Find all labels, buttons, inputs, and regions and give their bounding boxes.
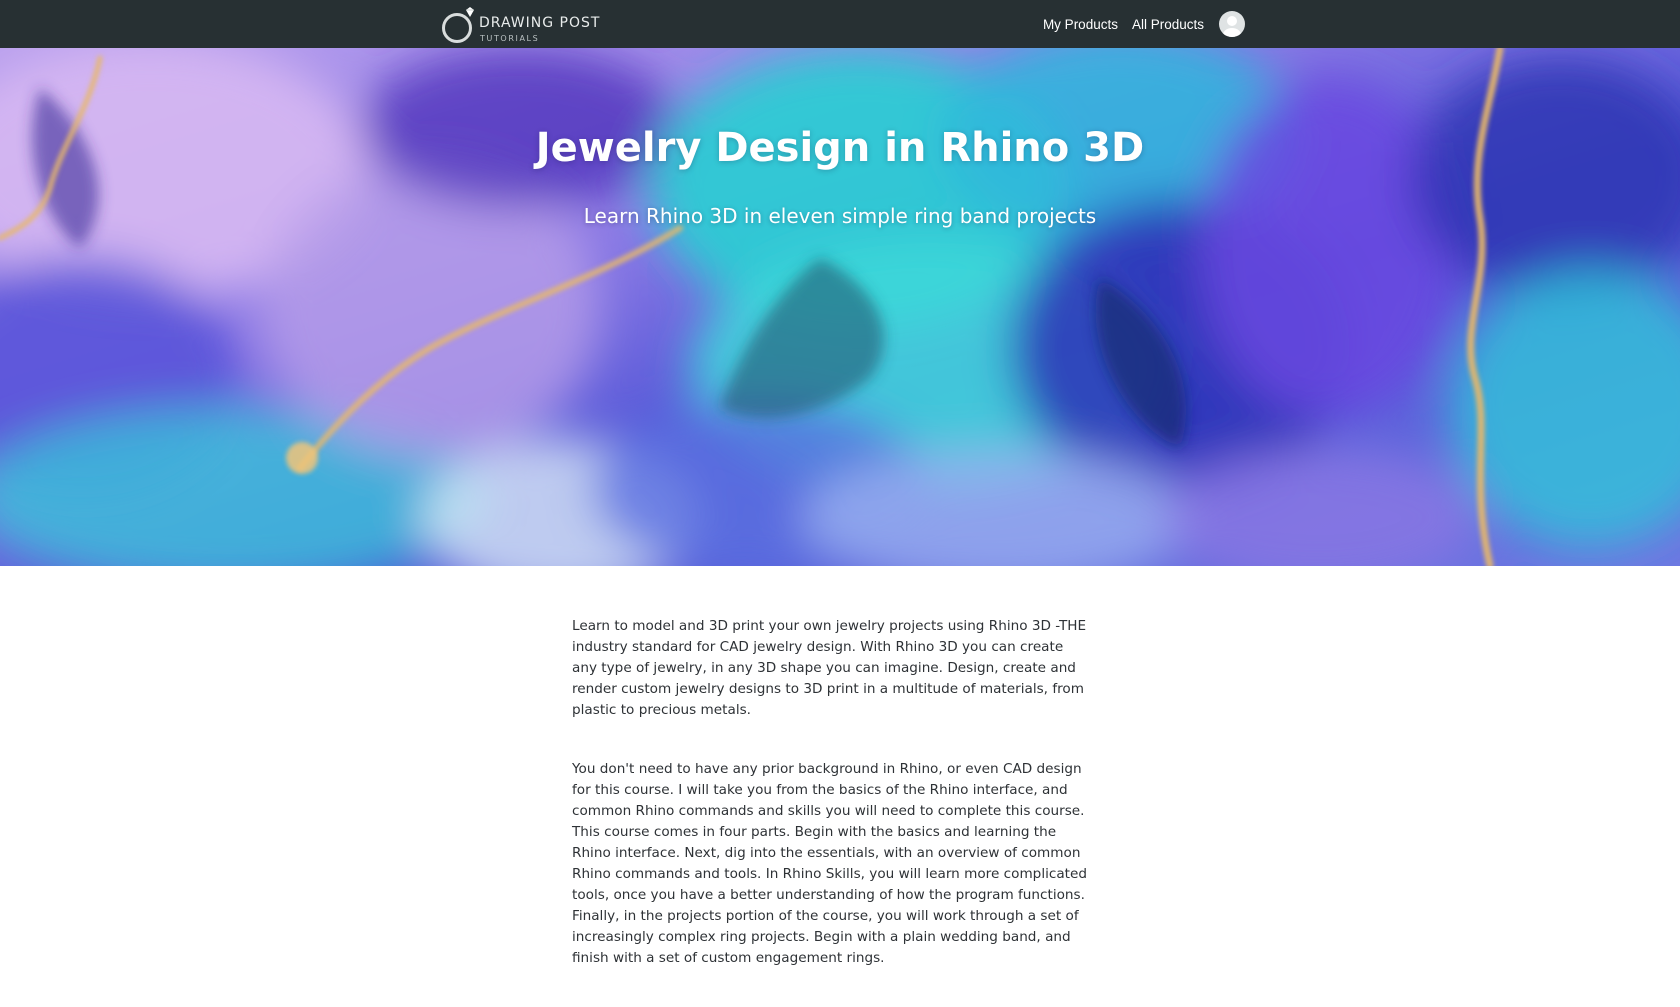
description-paragraph: Learn to model and 3D print your own jew… <box>572 618 1087 718</box>
hero-subtitle: Learn Rhino 3D in eleven simple ring ban… <box>583 204 1097 228</box>
nav-my-products-link[interactable]: My Products <box>1043 17 1118 32</box>
main-nav: My Products All Products <box>1043 0 1245 48</box>
description-paragraph: You don't need to have any prior backgro… <box>572 761 1087 966</box>
top-navigation-bar: DRAWING POST TUTORIALS My Products All P… <box>0 0 1680 48</box>
hero-banner: Jewelry Design in Rhino 3D Learn Rhino 3… <box>0 48 1680 566</box>
logo-name: DRAWING POST <box>479 15 601 31</box>
nav-all-products-link[interactable]: All Products <box>1132 17 1204 32</box>
logo-tagline: TUTORIALS <box>480 34 540 43</box>
hero-title: Jewelry Design in Rhino 3D <box>535 125 1145 171</box>
top-navigation-container: DRAWING POST TUTORIALS My Products All P… <box>441 0 1245 48</box>
ring-icon <box>442 7 474 43</box>
course-description: Learn to model and 3D print your own jew… <box>572 616 1088 1007</box>
site-logo[interactable]: DRAWING POST TUTORIALS <box>441 3 611 45</box>
user-avatar-icon[interactable] <box>1219 11 1245 37</box>
